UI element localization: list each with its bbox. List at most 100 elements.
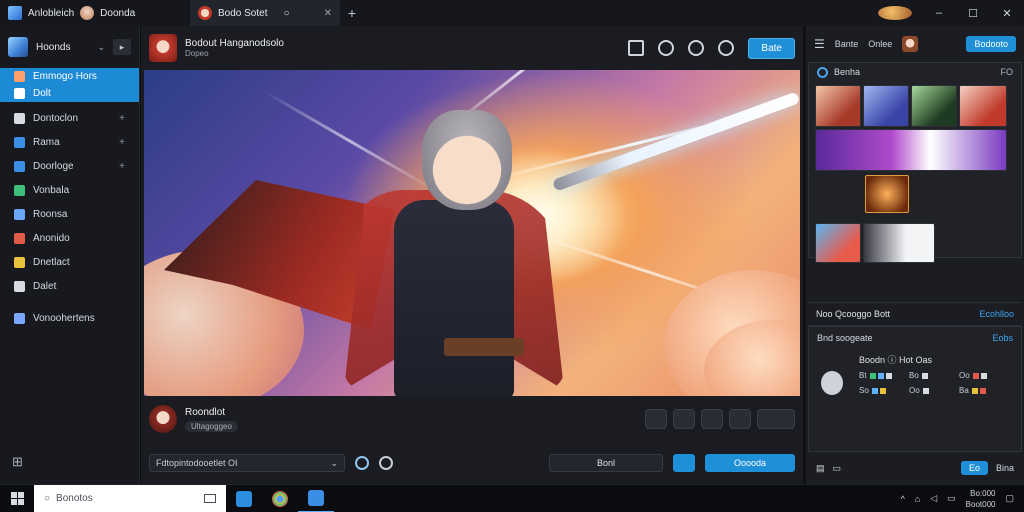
color-swatches xyxy=(972,372,987,379)
thumbnail[interactable] xyxy=(863,85,909,127)
grid-menu-icon[interactable]: ⊞ xyxy=(12,454,23,470)
details-link[interactable]: Eobs xyxy=(992,333,1013,343)
taskbar-app-explorer[interactable] xyxy=(226,485,262,512)
notification-icon[interactable]: ▢ xyxy=(1005,493,1014,504)
close-window-button[interactable]: ✕ xyxy=(990,7,1024,20)
tab-onlee[interactable]: Onlee xyxy=(868,39,892,49)
user-add-icon[interactable] xyxy=(718,40,735,56)
shield-icon[interactable] xyxy=(729,409,751,429)
sidebar-item-2[interactable]: Dontoclon + xyxy=(0,106,139,130)
more-icon[interactable] xyxy=(757,409,795,429)
refresh-icon[interactable] xyxy=(355,456,369,470)
timer-icon[interactable] xyxy=(658,40,675,56)
new-tab-button[interactable]: + xyxy=(340,5,364,21)
sidebar-item-8[interactable]: Dnetlact xyxy=(0,250,139,274)
secondary-input[interactable]: Bonl xyxy=(549,454,663,472)
sidebar-item-10[interactable]: Vonoohertens xyxy=(0,306,139,330)
sidebar-item-6[interactable]: Roonsa xyxy=(0,202,139,226)
title-bar: Anlobleich Doonda Bodo Sotet ○ ✕ + – ☐ ✕ xyxy=(0,0,1024,26)
add-icon[interactable]: + xyxy=(119,137,125,148)
pen-icon[interactable] xyxy=(645,409,667,429)
windows-icon xyxy=(10,492,24,505)
clock-date: Boot000 xyxy=(965,499,996,509)
compose-bar: Fdtopintodooetlet OI ⌄ Bonl Ooooda xyxy=(141,450,803,476)
document-tab[interactable]: Bodo Sotet ○ ✕ xyxy=(190,0,340,26)
add-icon[interactable]: + xyxy=(119,161,125,172)
post-avatar[interactable] xyxy=(149,34,177,62)
sidebar-item-0[interactable]: Emmogo Hors xyxy=(0,68,139,85)
clock[interactable]: Bo:000 Boot000 xyxy=(966,488,996,510)
sidebar-item-icon xyxy=(14,232,25,244)
color-swatches xyxy=(869,372,892,379)
task-view-icon[interactable] xyxy=(204,494,216,503)
sidebar-item-icon xyxy=(14,184,25,196)
sidebar-item-5[interactable]: Vonbala xyxy=(0,178,139,202)
prompt-input[interactable]: Fdtopintodooetlet OI ⌄ xyxy=(149,454,345,472)
minimize-button[interactable]: – xyxy=(922,7,956,19)
options-row: Noo Qcooggo Bott Ecohlloo xyxy=(808,302,1022,326)
right-avatar[interactable] xyxy=(902,36,919,52)
right-action-button[interactable]: Bodooto xyxy=(966,36,1016,52)
menu-icon[interactable]: ☰ xyxy=(814,37,825,51)
add-icon[interactable]: + xyxy=(119,113,125,124)
sidebar-item-label: Dolt xyxy=(33,88,51,99)
clock-time: Bo:000 xyxy=(970,488,996,498)
thumbnail-selected[interactable] xyxy=(865,175,909,213)
sidebar-item-icon xyxy=(14,88,25,99)
chevron-up-icon[interactable]: ^ xyxy=(901,494,905,504)
taskbar-app-active[interactable] xyxy=(298,485,334,512)
start-button[interactable] xyxy=(0,485,34,512)
save-icon[interactable] xyxy=(701,409,723,429)
options-link[interactable]: Ecohlloo xyxy=(979,309,1014,319)
primary-button[interactable]: Ooooda xyxy=(705,454,795,472)
details-title: Bnd soogeate xyxy=(817,333,873,343)
emoji-icon[interactable] xyxy=(688,40,705,56)
thumbnail[interactable] xyxy=(959,85,1007,127)
attach-button[interactable] xyxy=(673,454,695,472)
maximize-button[interactable]: ☐ xyxy=(956,7,990,20)
chevron-down-icon[interactable]: ⌄ xyxy=(97,42,105,53)
sidebar-item-3[interactable]: Rama + xyxy=(0,130,139,154)
sidebar-nav: Emmogo Hors Dolt Dontoclon + Rama + Doorlo… xyxy=(0,68,139,330)
thumbnail[interactable] xyxy=(863,223,935,263)
taskbar-app-browser[interactable] xyxy=(262,485,298,512)
battery-icon[interactable]: ▭ xyxy=(947,493,956,504)
details-cell-label: Bo xyxy=(909,371,919,380)
app-tab[interactable]: Anlobleich Doonda xyxy=(0,0,190,26)
sidebar-item-4[interactable]: Doorloge + xyxy=(0,154,139,178)
share-button[interactable]: Bate xyxy=(748,37,795,59)
search-icon: ○ xyxy=(44,493,51,504)
taskbar-search[interactable]: ○ Bonotos xyxy=(34,484,226,512)
frame-icon[interactable] xyxy=(628,40,645,56)
network-icon[interactable]: ⌂ xyxy=(915,494,920,504)
body-shape xyxy=(394,200,514,396)
thumbnail-wide[interactable] xyxy=(815,129,1007,171)
thumbnail[interactable] xyxy=(815,85,861,127)
sidebar-item-7[interactable]: Anonido xyxy=(0,226,139,250)
sidebar-item-label: Doorloge xyxy=(33,160,74,172)
tab-bante[interactable]: Bante xyxy=(835,39,859,49)
sidebar-item-9[interactable]: Dalet xyxy=(0,274,139,298)
collapse-sidebar-button[interactable]: ▸ xyxy=(113,39,131,55)
thumbnail[interactable] xyxy=(815,223,861,263)
chevron-down-icon[interactable]: ⌄ xyxy=(330,458,338,468)
list-icon[interactable]: ▭ xyxy=(833,463,842,474)
taskbar: ○ Bonotos ^ ⌂ ◁ ▭ Bo:000 Boot000 ▢ xyxy=(0,484,1024,512)
author-avatar[interactable] xyxy=(149,405,177,433)
thumbnail[interactable] xyxy=(911,85,957,127)
right-footer: ▤ ▭ Eo Bina xyxy=(808,456,1022,480)
volume-icon[interactable]: ◁ xyxy=(930,493,937,504)
sidebar-item-1[interactable]: Dolt xyxy=(0,85,139,102)
account-avatar[interactable] xyxy=(878,6,912,20)
right-footer-label[interactable]: Bina xyxy=(996,463,1014,473)
document-icon[interactable]: ▤ xyxy=(816,463,825,474)
search-icon[interactable]: ○ xyxy=(283,8,289,19)
image-icon[interactable] xyxy=(673,409,695,429)
settings-icon[interactable] xyxy=(379,456,393,470)
close-tab-icon[interactable]: ✕ xyxy=(324,8,332,19)
author-name: Roondlot xyxy=(185,406,226,418)
right-footer-button[interactable]: Eo xyxy=(960,461,988,475)
details-cell-label: Bt xyxy=(859,371,867,380)
workspace-switcher[interactable]: Hoonds ⌄ ▸ xyxy=(0,26,139,68)
taskbar-search-placeholder: Bonotos xyxy=(56,493,93,504)
